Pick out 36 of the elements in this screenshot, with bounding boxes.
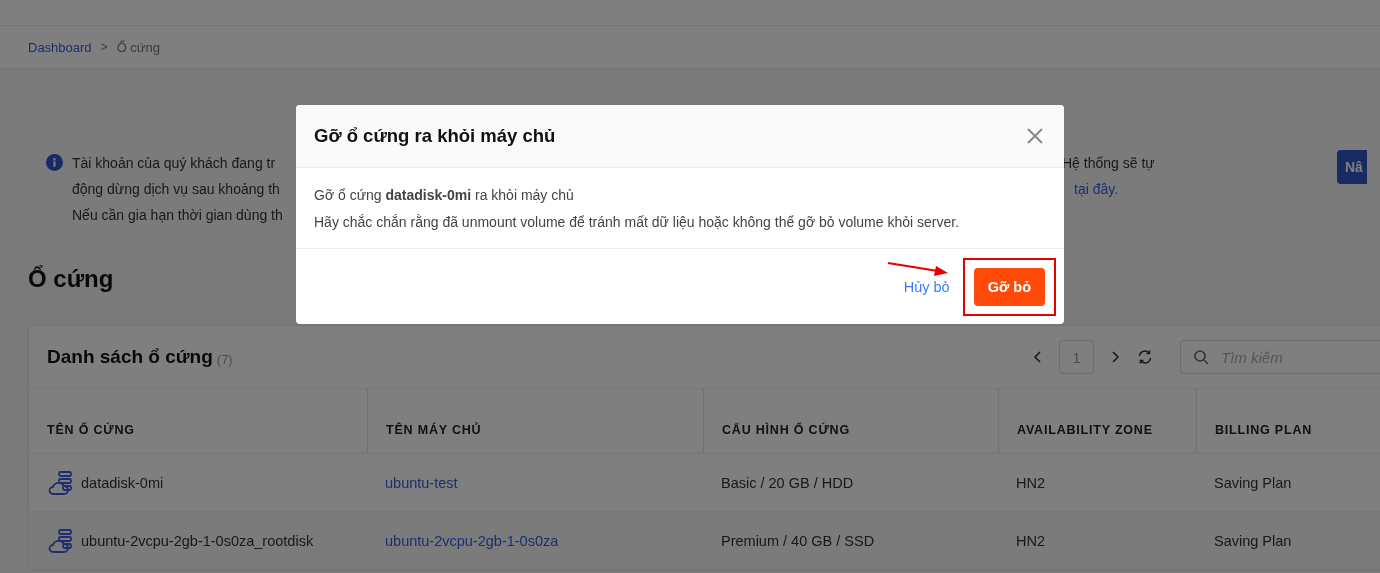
dialog-message: Gỡ ổ cứng datadisk-0mi ra khỏi máy chủ bbox=[314, 186, 575, 205]
close-button[interactable] bbox=[1026, 127, 1044, 145]
cloud-disk-icon bbox=[47, 469, 73, 496]
remove-button[interactable]: Gỡ bỏ bbox=[973, 267, 1045, 306]
close-icon bbox=[1026, 127, 1044, 145]
refresh-icon bbox=[1137, 349, 1153, 365]
breadcrumb-separator: > bbox=[100, 40, 108, 54]
upgrade-button[interactable]: Nâ bbox=[1337, 150, 1367, 184]
annotation-arrow bbox=[886, 260, 950, 278]
server-link[interactable]: ubuntu-test bbox=[385, 474, 458, 491]
notice-text: động dừng dịch vụ sau khoảng th bbox=[72, 180, 281, 199]
dialog-title: Gỡ ổ cứng ra khỏi máy chủ bbox=[314, 125, 556, 147]
cell-text: HN2 bbox=[1016, 532, 1045, 549]
chevron-right-icon bbox=[1110, 351, 1120, 363]
notice-text: Tài khoản của quý khách đang tr bbox=[72, 154, 277, 173]
server-link[interactable]: ubuntu-2vcpu-2gb-1-0s0za bbox=[385, 532, 559, 549]
cell-text: Premium / 40 GB / SSD bbox=[721, 532, 875, 549]
notice-text: Nếu cần gia hạn thời gian dùng th bbox=[72, 206, 284, 225]
breadcrumb-link[interactable]: Dashboard bbox=[28, 39, 92, 55]
cell-text: datadisk-0mi bbox=[81, 474, 164, 491]
refresh-button[interactable] bbox=[1136, 348, 1154, 366]
cell-text: HN2 bbox=[1016, 474, 1045, 491]
cell-text: ubuntu-2vcpu-2gb-1-0s0za_rootdisk bbox=[81, 532, 314, 549]
breadcrumb-current: Ổ cứng bbox=[116, 39, 160, 55]
dialog-warning: Hãy chắc chắn rằng đã unmount volume để tránh mất dữ liệu hoặc không thể gỡ bỏ volume khỏi server. bbox=[314, 213, 961, 232]
cloud-disk-icon bbox=[47, 527, 73, 554]
here-link[interactable]: tại đây. bbox=[1074, 176, 1119, 202]
info-icon bbox=[46, 154, 63, 171]
cell-text: Basic / 20 GB / HDD bbox=[721, 474, 854, 491]
cancel-link[interactable]: Hủy bỏ bbox=[903, 278, 950, 295]
page-title: Ổ cứng bbox=[28, 265, 114, 294]
cell-text: Saving Plan bbox=[1214, 532, 1292, 549]
chevron-left-icon bbox=[1033, 351, 1043, 363]
card-title: Danh sách ổ cứng bbox=[47, 346, 213, 368]
cell-text: Saving Plan bbox=[1214, 474, 1292, 491]
search-icon bbox=[1193, 349, 1209, 365]
